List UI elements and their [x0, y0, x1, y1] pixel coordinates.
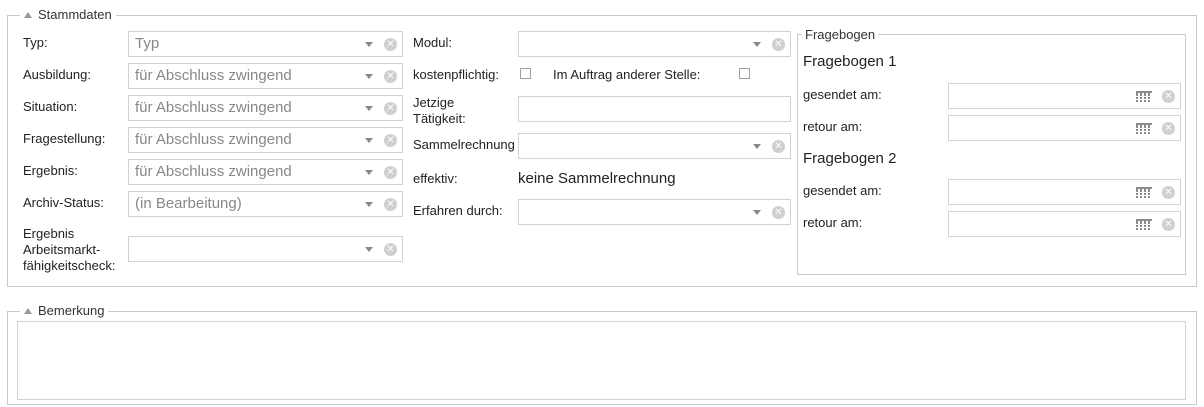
fragebogen-1-retour-label: retour am:	[803, 119, 863, 134]
situation-select[interactable]: für Abschluss zwingend ✕	[128, 95, 403, 121]
ergebnis-amf-label-line2: Arbeitsmarkt-	[23, 242, 101, 257]
chevron-down-icon[interactable]	[365, 170, 373, 175]
ausbildung-select[interactable]: für Abschluss zwingend ✕	[128, 63, 403, 89]
ergebnis-label: Ergebnis:	[23, 163, 78, 178]
bemerkung-legend[interactable]: Bemerkung	[20, 303, 109, 318]
clear-icon[interactable]: ✕	[384, 38, 397, 51]
situation-select-value: für Abschluss zwingend	[135, 99, 292, 116]
modul-select[interactable]: ✕	[518, 31, 791, 57]
erfahren-select[interactable]: ✕	[518, 199, 791, 225]
fragestellung-select-value: für Abschluss zwingend	[135, 131, 292, 148]
effektiv-label: effektiv:	[413, 171, 458, 186]
typ-select-value: Typ	[135, 35, 160, 52]
taetigkeit-label: Jetzige Tätigkeit:	[413, 95, 466, 127]
clear-icon[interactable]: ✕	[384, 166, 397, 179]
chevron-down-icon[interactable]	[365, 247, 373, 252]
clear-icon[interactable]: ✕	[1162, 122, 1175, 135]
fragebogen-1-gesendet-label: gesendet am:	[803, 87, 882, 102]
fragebogen-legend: Fragebogen	[802, 27, 879, 42]
auftrag-label: Im Auftrag anderer Stelle:	[553, 67, 701, 82]
fragebogen-2-retour-date[interactable]: ✕	[948, 211, 1181, 237]
clear-icon[interactable]: ✕	[1162, 186, 1175, 199]
situation-label: Situation:	[23, 99, 78, 114]
collapse-triangle-icon[interactable]	[24, 307, 32, 314]
fragebogen-1-gesendet-date[interactable]: ✕	[948, 83, 1181, 109]
sammelrechnung-label: Sammelrechnung	[413, 137, 515, 152]
archiv-status-select[interactable]: (in Bearbeitung) ✕	[128, 191, 403, 217]
clear-icon[interactable]: ✕	[772, 140, 785, 153]
ergebnis-amf-label: Ergebnis Arbeitsmarkt- fähigkeitscheck:	[23, 226, 116, 274]
chevron-down-icon[interactable]	[753, 210, 761, 215]
erfahren-label: Erfahren durch:	[413, 203, 503, 218]
fragebogen-2-gesendet-date[interactable]: ✕	[948, 179, 1181, 205]
clear-icon[interactable]: ✕	[384, 102, 397, 115]
calendar-icon[interactable]	[1136, 123, 1152, 135]
fragestellung-label: Fragestellung:	[23, 131, 106, 146]
typ-label: Typ:	[23, 35, 48, 50]
ausbildung-select-value: für Abschluss zwingend	[135, 67, 292, 84]
collapse-triangle-icon[interactable]	[24, 11, 32, 18]
chevron-down-icon[interactable]	[365, 106, 373, 111]
effektiv-value: keine Sammelrechnung	[518, 170, 676, 187]
modul-label: Modul:	[413, 35, 453, 50]
chevron-down-icon[interactable]	[365, 138, 373, 143]
calendar-icon[interactable]	[1136, 187, 1152, 199]
taetigkeit-input[interactable]	[518, 96, 791, 122]
ergebnis-select[interactable]: für Abschluss zwingend ✕	[128, 159, 403, 185]
kostenpflichtig-checkbox[interactable]	[520, 68, 531, 79]
stammdaten-legend[interactable]: Stammdaten	[20, 7, 116, 22]
clear-icon[interactable]: ✕	[1162, 90, 1175, 103]
chevron-down-icon[interactable]	[365, 202, 373, 207]
chevron-down-icon[interactable]	[365, 74, 373, 79]
fragebogen-2-retour-label: retour am:	[803, 215, 863, 230]
ausbildung-label: Ausbildung:	[23, 67, 91, 82]
stammdaten-legend-text: Stammdaten	[38, 7, 112, 22]
fragestellung-select[interactable]: für Abschluss zwingend ✕	[128, 127, 403, 153]
clear-icon[interactable]: ✕	[772, 206, 785, 219]
calendar-icon[interactable]	[1136, 91, 1152, 103]
taetigkeit-label-line2: Tätigkeit:	[413, 111, 466, 126]
fragebogen-1-title: Fragebogen 1	[803, 53, 897, 70]
typ-select[interactable]: Typ ✕	[128, 31, 403, 57]
calendar-icon[interactable]	[1136, 219, 1152, 231]
fragebogen-legend-text: Fragebogen	[805, 27, 876, 42]
archiv-status-label: Archiv-Status:	[23, 195, 104, 210]
ergebnis-amf-select[interactable]: ✕	[128, 236, 403, 262]
taetigkeit-label-line1: Jetzige	[413, 95, 455, 110]
ergebnis-amf-label-line1: Ergebnis	[23, 226, 75, 241]
chevron-down-icon[interactable]	[753, 144, 761, 149]
clear-icon[interactable]: ✕	[384, 70, 397, 83]
fragebogen-2-title: Fragebogen 2	[803, 150, 897, 167]
chevron-down-icon[interactable]	[753, 42, 761, 47]
fragebogen-2-gesendet-label: gesendet am:	[803, 183, 882, 198]
ergebnis-select-value: für Abschluss zwingend	[135, 163, 292, 180]
kostenpflichtig-label: kostenpflichtig:	[413, 67, 499, 82]
auftrag-checkbox[interactable]	[739, 68, 750, 79]
fragebogen-1-retour-date[interactable]: ✕	[948, 115, 1181, 141]
archiv-status-select-value: (in Bearbeitung)	[135, 195, 242, 212]
clear-icon[interactable]: ✕	[1162, 218, 1175, 231]
clear-icon[interactable]: ✕	[384, 134, 397, 147]
chevron-down-icon[interactable]	[365, 42, 373, 47]
bemerkung-textarea[interactable]	[17, 321, 1186, 400]
sammelrechnung-select[interactable]: ✕	[518, 133, 791, 159]
ergebnis-amf-label-line3: fähigkeitscheck:	[23, 258, 116, 273]
clear-icon[interactable]: ✕	[384, 198, 397, 211]
bemerkung-legend-text: Bemerkung	[38, 303, 105, 318]
clear-icon[interactable]: ✕	[384, 243, 397, 256]
clear-icon[interactable]: ✕	[772, 38, 785, 51]
